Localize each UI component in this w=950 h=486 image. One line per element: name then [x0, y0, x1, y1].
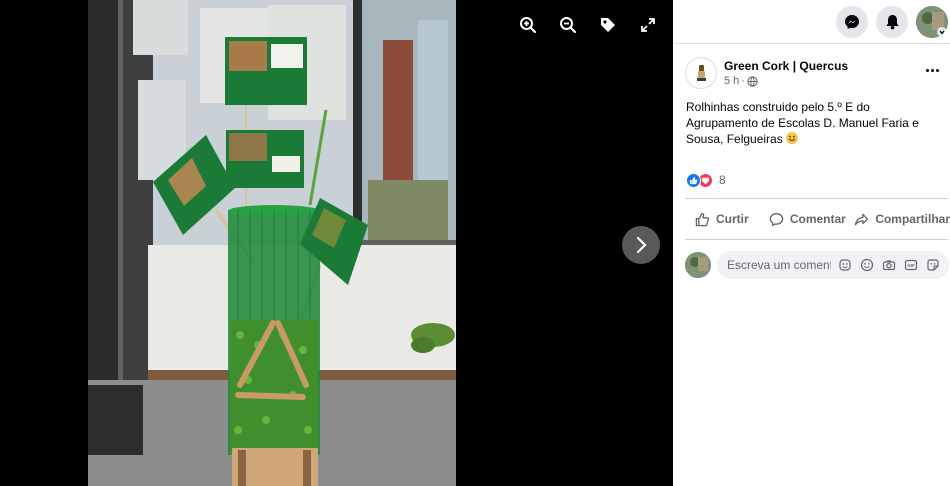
avatar-sticker-icon[interactable] — [837, 258, 852, 273]
top-bar — [673, 0, 950, 44]
share-icon — [855, 213, 869, 225]
thumbs-up-icon — [695, 212, 710, 226]
comment-input-box[interactable]: GIF — [717, 251, 949, 279]
reactions-summary[interactable]: 8 — [673, 171, 950, 189]
more-dot — [935, 68, 939, 72]
more-dot — [930, 68, 934, 72]
comment-label: Comentar — [789, 212, 846, 226]
fullscreen-icon[interactable] — [637, 14, 659, 36]
page-avatar[interactable] — [685, 57, 717, 89]
post-time[interactable]: 5 h — [724, 75, 739, 87]
post-text: Rolhinhas construido pelo 5.º E do Agrup… — [673, 89, 950, 147]
emoji-icon[interactable] — [859, 258, 874, 273]
meta-separator: · — [741, 75, 745, 87]
post-actions: Curtir Comentar Compartilhar — [673, 203, 950, 235]
like-reaction-icon — [686, 172, 701, 188]
share-label: Compartilhar — [875, 212, 950, 226]
post-photo[interactable] — [88, 0, 456, 486]
more-dot — [925, 68, 929, 72]
avatar — [916, 5, 948, 38]
photo-toolbar — [517, 14, 659, 36]
comment-icon — [769, 212, 784, 226]
post-panel: Green Cork | Quercus 5 h · Rolhinhas con… — [673, 0, 950, 486]
like-label: Curtir — [716, 212, 749, 226]
smiley-emoji-icon — [786, 132, 799, 144]
zoom-in-icon[interactable] — [517, 14, 539, 36]
account-avatar[interactable] — [916, 5, 948, 38]
comment-button[interactable]: Comentar — [767, 212, 852, 227]
divider — [685, 198, 948, 199]
share-button[interactable]: Compartilhar — [852, 212, 950, 227]
page-name[interactable]: Green Cork | Quercus — [724, 59, 848, 73]
post-text-content: Rolhinhas construido pelo 5.º E do Agrup… — [686, 100, 919, 146]
post-header-text: Green Cork | Quercus 5 h · — [724, 59, 848, 87]
more-options-button[interactable] — [920, 62, 944, 78]
like-button[interactable]: Curtir — [685, 212, 767, 227]
photo-viewer — [0, 0, 673, 486]
zoom-out-icon[interactable] — [557, 14, 579, 36]
comment-input[interactable] — [727, 258, 831, 272]
notifications-button[interactable] — [876, 5, 908, 38]
bell-icon — [886, 14, 898, 29]
chevron-right-icon — [636, 236, 647, 254]
post-header: Green Cork | Quercus 5 h · — [673, 44, 950, 89]
photo-post-viewer: Green Cork | Quercus 5 h · Rolhinhas con… — [0, 0, 950, 486]
post-meta: 5 h · — [724, 75, 848, 87]
comment-tools: GIF — [837, 258, 940, 273]
next-photo-button[interactable] — [622, 226, 660, 264]
tag-icon[interactable] — [597, 14, 619, 36]
gif-icon[interactable]: GIF — [903, 258, 918, 273]
commenter-avatar[interactable] — [685, 252, 711, 278]
messenger-icon — [845, 14, 859, 29]
messenger-button[interactable] — [836, 5, 868, 38]
camera-icon[interactable] — [881, 258, 896, 273]
reaction-count[interactable]: 8 — [719, 173, 726, 187]
comment-composer: GIF — [673, 240, 950, 279]
svg-text:GIF: GIF — [907, 263, 915, 268]
sticker-icon[interactable] — [925, 258, 940, 273]
globe-icon — [747, 75, 758, 87]
